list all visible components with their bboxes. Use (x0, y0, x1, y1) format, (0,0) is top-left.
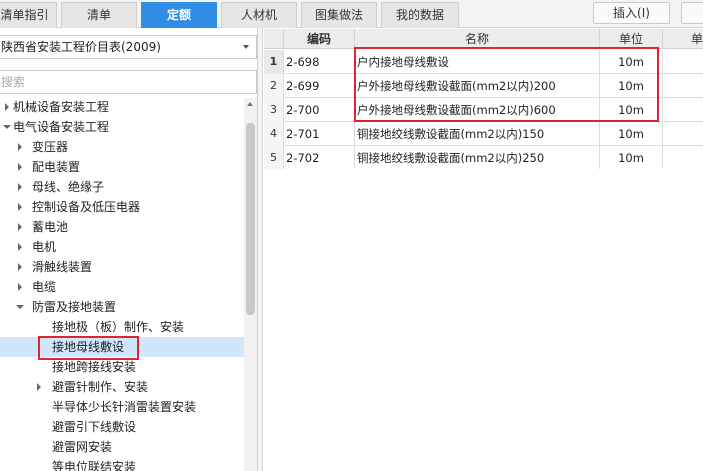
row-code[interactable]: 2-698 (284, 50, 355, 74)
tree-item-label: 半导体少长针消雷装置安装 (52, 400, 197, 414)
tree-item-label: 电气设备安装工程 (13, 120, 110, 134)
tree-item-transformer[interactable]: 变压器 (0, 137, 244, 157)
tree-item-lightning-grounding[interactable]: 防雷及接地装置 (0, 297, 244, 317)
expand-icon[interactable] (18, 263, 22, 271)
highlight-box-tree-selection (38, 336, 139, 360)
search-placeholder: 搜索 (1, 75, 26, 89)
tree-item-lightning-net[interactable]: 避雷网安装 (0, 437, 244, 457)
tab-bill-guide[interactable]: 清单指引 (0, 2, 57, 28)
tab-quota[interactable]: 定额 (141, 2, 217, 28)
tree-item-motor[interactable]: 电机 (0, 237, 244, 257)
tree-item-label: 机械设备安装工程 (13, 100, 110, 114)
row-number: 3 (264, 98, 284, 122)
header-unit[interactable]: 单位 (600, 29, 663, 49)
table-row[interactable]: 4 2-701 铜接地绞线敷设截面(mm2以内)150 10m (264, 122, 703, 146)
tab-my-data[interactable]: 我的数据 (381, 2, 459, 28)
tree-item-label: 配电装置 (32, 160, 81, 174)
module-tab-bar: 清单指引 清单 定额 人材机 图集做法 我的数据 插入(I) (0, 0, 703, 28)
tree-item-label: 接地极（板）制作、安装 (52, 320, 185, 334)
tree-item-label: 电缆 (32, 280, 57, 294)
grid-header: 编码 名称 单位 单 (264, 29, 703, 49)
expand-icon[interactable] (18, 223, 22, 231)
tree-item-semiconductor[interactable]: 半导体少长针消雷装置安装 (0, 397, 244, 417)
tree-item-equipotential[interactable]: 等电位联结安装 (0, 457, 244, 471)
tree-item-trolley-line[interactable]: 滑触线装置 (0, 257, 244, 277)
tab-labor-material-machine[interactable]: 人材机 (221, 2, 297, 28)
header-rownum (264, 29, 284, 49)
highlight-box-grid-rows (354, 47, 659, 122)
expand-icon[interactable] (18, 183, 22, 191)
more-button[interactable] (681, 2, 703, 24)
tree-item-mechanical[interactable]: 机械设备安装工程 (0, 97, 244, 117)
tree-item-label: 避雷针制作、安装 (52, 380, 149, 394)
tab-bill[interactable]: 清单 (61, 2, 137, 28)
scroll-up-icon[interactable] (247, 102, 253, 106)
scrollbar-thumb[interactable] (246, 123, 255, 315)
row-number: 4 (264, 122, 284, 146)
row-unit[interactable]: 10m (600, 146, 663, 170)
row-code[interactable]: 2-699 (284, 74, 355, 98)
chevron-down-icon (243, 45, 249, 49)
tree-item-label: 电机 (32, 240, 57, 254)
row-number: 2 (264, 74, 284, 98)
tree-item-label: 避雷网安装 (52, 440, 113, 454)
expand-icon[interactable] (37, 383, 41, 391)
tree-item-distribution[interactable]: 配电装置 (0, 157, 244, 177)
tree-item-electrical[interactable]: 电气设备安装工程 (0, 117, 244, 137)
header-price[interactable]: 单 (663, 29, 703, 49)
row-number: 1 (264, 50, 284, 74)
insert-button[interactable]: 插入(I) (593, 2, 670, 24)
collapse-icon[interactable] (3, 125, 11, 129)
tree-item-down-conductor[interactable]: 避雷引下线敷设 (0, 417, 244, 437)
tree-item-label: 等电位联结安装 (52, 460, 137, 471)
expand-icon[interactable] (18, 283, 22, 291)
expand-icon[interactable] (18, 163, 22, 171)
tree-item-label: 蓄电池 (32, 220, 69, 234)
tree-scrollbar[interactable] (244, 98, 257, 471)
expand-icon[interactable] (18, 243, 22, 251)
tree-item-lightning-rod[interactable]: 避雷针制作、安装 (0, 377, 244, 397)
tree-item-battery[interactable]: 蓄电池 (0, 217, 244, 237)
tree-item-label: 避雷引下线敷设 (52, 420, 137, 434)
expand-icon[interactable] (18, 143, 22, 151)
panel-splitter[interactable] (258, 28, 263, 471)
tab-atlas-method[interactable]: 图集做法 (301, 2, 377, 28)
row-name[interactable]: 铜接地绞线敷设截面(mm2以内)150 (355, 122, 600, 146)
table-row[interactable]: 5 2-702 铜接地绞线敷设截面(mm2以内)250 10m (264, 146, 703, 170)
tree-item-label: 接地跨接线安装 (52, 360, 137, 374)
row-code[interactable]: 2-700 (284, 98, 355, 122)
row-unit[interactable]: 10m (600, 122, 663, 146)
tree-item-busbar-insulator[interactable]: 母线、绝缘子 (0, 177, 244, 197)
tree-item-control-devices[interactable]: 控制设备及低压电器 (0, 197, 244, 217)
tree-item-label: 控制设备及低压电器 (32, 200, 141, 214)
tree-item-cable[interactable]: 电缆 (0, 277, 244, 297)
row-code[interactable]: 2-701 (284, 122, 355, 146)
row-name[interactable]: 铜接地绞线敷设截面(mm2以内)250 (355, 146, 600, 170)
grid-empty-area (264, 169, 703, 471)
header-code[interactable]: 编码 (284, 29, 355, 49)
tree-item-label: 滑触线装置 (32, 260, 93, 274)
tree-item-label: 变压器 (32, 140, 69, 154)
tree-item-ground-electrode[interactable]: 接地极（板）制作、安装 (0, 317, 244, 337)
row-number: 5 (264, 146, 284, 170)
expand-icon[interactable] (18, 203, 22, 211)
collapse-icon[interactable] (16, 305, 24, 309)
header-name[interactable]: 名称 (355, 29, 600, 49)
tree-item-label: 防雷及接地装置 (32, 300, 117, 314)
expand-icon[interactable] (5, 103, 9, 111)
library-select[interactable]: 陕西省安装工程价目表(2009) (0, 35, 257, 59)
tree-item-label: 母线、绝缘子 (32, 180, 105, 194)
row-code[interactable]: 2-702 (284, 146, 355, 170)
tree-item-jumper[interactable]: 接地跨接线安装 (0, 357, 244, 377)
search-input[interactable]: 搜索 (0, 70, 257, 94)
quota-library-panel: 陕西省安装工程价目表(2009) 搜索 机械设备安装工程 电气设备安装工程 变压… (0, 28, 258, 471)
library-select-value: 陕西省安装工程价目表(2009) (1, 40, 161, 54)
